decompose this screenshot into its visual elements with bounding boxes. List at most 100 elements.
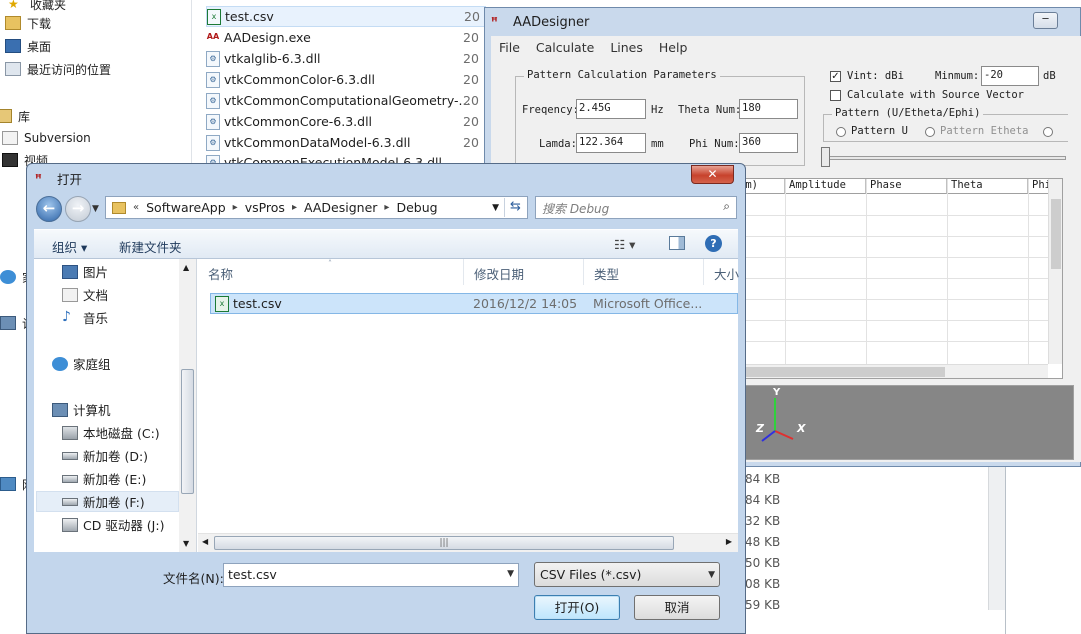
- file-row-test-csv[interactable]: x test.csv 2016/12/2 14:05 Microsoft Off…: [210, 293, 738, 314]
- libraries-item[interactable]: 库: [0, 106, 30, 126]
- close-button[interactable]: ✕: [691, 165, 734, 184]
- refresh-icon[interactable]: ⇆: [504, 198, 526, 217]
- breadcrumb-debug[interactable]: Debug: [392, 200, 441, 215]
- organize-button[interactable]: 组织 ▾: [52, 237, 87, 256]
- aadesigner-titlebar[interactable]: ꟸ AADesigner: [485, 8, 1080, 36]
- search-input[interactable]: 搜索 Debug ⌕: [535, 196, 737, 219]
- phi-num-input[interactable]: 360: [739, 133, 798, 153]
- back-button[interactable]: ←: [36, 196, 62, 222]
- forward-button[interactable]: →: [65, 196, 91, 222]
- grid-header-phase[interactable]: Phase: [866, 179, 947, 194]
- desktop-item[interactable]: 桌面: [5, 36, 51, 56]
- minimize-button[interactable]: ─: [1033, 12, 1058, 29]
- pattern-u-radio[interactable]: [836, 127, 846, 137]
- bg-vertical-scrollbar[interactable]: [988, 462, 1005, 610]
- grid-vertical-scrollbar[interactable]: [1048, 179, 1062, 364]
- menu-help[interactable]: Help: [651, 40, 696, 55]
- menu-lines[interactable]: Lines: [602, 40, 651, 55]
- tree-vertical-scrollbar[interactable]: ▲ ▼: [179, 259, 196, 552]
- theta-num-input[interactable]: 180: [739, 99, 798, 119]
- grid-horizontal-scrollbar[interactable]: [735, 364, 1048, 378]
- overflow-chevron-icon[interactable]: «: [130, 202, 142, 213]
- grid-line: [785, 179, 786, 365]
- filename-input[interactable]: test.csv ▼: [223, 563, 519, 587]
- results-grid[interactable]: mm) Amplitude Phase Theta Phi: [734, 178, 1063, 379]
- search-icon[interactable]: ⌕: [723, 199, 730, 214]
- cancel-button[interactable]: 取消: [634, 595, 720, 620]
- file-list: 名称 ˄ 修改日期 类型 大小 x test.csv 2016/12/2 14:…: [198, 259, 739, 552]
- x-axis-line: [774, 430, 794, 440]
- address-dropdown-icon[interactable]: ▼: [492, 203, 499, 213]
- address-bar[interactable]: « SoftwareApp ▸ vsPros ▸ AADesigner ▸ De…: [105, 196, 528, 219]
- breadcrumb-softwareapp[interactable]: SoftwareApp: [142, 200, 230, 215]
- file-list-horizontal-scrollbar[interactable]: ◀ ||| ▶: [198, 533, 738, 552]
- grid-header-theta[interactable]: Theta: [947, 179, 1028, 194]
- tree-item-computer[interactable]: 计算机: [52, 399, 192, 420]
- bg-size-cell: 84 KB: [745, 472, 781, 486]
- filename-label: 文件名(N):: [163, 571, 224, 586]
- dialog-titlebar[interactable]: ꟸ 打开: [35, 169, 82, 188]
- column-header-type[interactable]: 类型: [584, 259, 704, 285]
- pattern-ephi-radio[interactable]: [1043, 127, 1053, 137]
- preview-pane-icon[interactable]: [669, 236, 685, 250]
- history-dropdown-icon[interactable]: ▼: [92, 204, 99, 214]
- bg-file-row[interactable]: ⚙ vtkCommonColor-6.3.dll 20: [206, 69, 479, 90]
- aadesigner-title: AADesigner: [513, 14, 590, 30]
- breadcrumb-aadesigner[interactable]: AADesigner: [300, 200, 381, 215]
- column-header-size[interactable]: 大小: [704, 259, 739, 285]
- lamda-input[interactable]: 122.364: [576, 133, 646, 153]
- documents-icon: [62, 287, 78, 302]
- pattern-type-title: Pattern (U/Etheta/Ephi): [832, 107, 984, 119]
- minmum-input[interactable]: -20: [981, 66, 1039, 86]
- breadcrumb-vspros[interactable]: vsPros: [241, 200, 289, 215]
- pattern-slider-thumb[interactable]: [821, 147, 830, 167]
- scroll-up-icon[interactable]: ▲: [183, 263, 189, 272]
- help-icon[interactable]: ?: [705, 235, 722, 252]
- breadcrumb-separator-icon[interactable]: ▸: [289, 202, 300, 213]
- menu-calculate[interactable]: Calculate: [528, 40, 602, 55]
- breadcrumb-separator-icon[interactable]: ▸: [381, 202, 392, 213]
- file-type-select[interactable]: CSV Files (*.csv) ▼: [534, 562, 720, 587]
- grid-line: [735, 278, 1050, 279]
- bg-file-row[interactable]: ⚙ vtkCommonDataModel-6.3.dll 20: [206, 132, 479, 153]
- tree-scroll-thumb[interactable]: [181, 369, 194, 494]
- view-options-icon[interactable]: ☷ ▾: [614, 237, 635, 252]
- vint-checkbox[interactable]: ✓: [830, 71, 841, 82]
- scroll-right-icon[interactable]: ▶: [726, 537, 732, 546]
- file-name: test.csv: [233, 296, 282, 311]
- downloads-item[interactable]: 下载: [5, 13, 51, 33]
- menu-file[interactable]: File: [491, 40, 528, 55]
- bg-file-row[interactable]: ⚙ vtkCommonComputationalGeometry-... 20: [206, 90, 479, 111]
- bg-file-row[interactable]: AA AADesign.exe 20: [206, 27, 479, 48]
- drive-icon: [62, 474, 78, 483]
- recent-places-item[interactable]: 最近访问的位置: [5, 59, 111, 79]
- homegroup-icon: [0, 270, 16, 284]
- grid-hscroll-thumb[interactable]: [735, 367, 945, 377]
- bg-file-row[interactable]: x test.csv 20: [206, 6, 486, 27]
- subversion-item[interactable]: Subversion: [2, 128, 91, 148]
- bg-file-row[interactable]: ⚙ vtkalglib-6.3.dll 20: [206, 48, 479, 69]
- pattern-slider-track[interactable]: [826, 156, 1066, 160]
- open-button[interactable]: 打开(O): [534, 595, 620, 620]
- new-folder-button[interactable]: 新建文件夹: [119, 237, 182, 256]
- pattern-etheta-radio[interactable]: [925, 127, 935, 137]
- grid-header-amplitude[interactable]: Amplitude: [785, 179, 866, 194]
- file-type-dropdown-icon[interactable]: ▼: [708, 570, 715, 580]
- breadcrumb-separator-icon[interactable]: ▸: [230, 202, 241, 213]
- favorites-item[interactable]: ★ 收藏夹: [8, 0, 66, 14]
- scroll-left-icon[interactable]: ◀: [202, 537, 208, 546]
- file-hscroll-thumb[interactable]: |||: [214, 536, 674, 550]
- tree-item-homegroup[interactable]: 家庭组: [52, 353, 192, 374]
- bg-file-row[interactable]: ⚙ vtkCommonCore-6.3.dll 20: [206, 111, 479, 132]
- column-header-date[interactable]: 修改日期: [464, 259, 584, 285]
- grid-vscroll-thumb[interactable]: [1051, 199, 1061, 269]
- filename-dropdown-icon[interactable]: ▼: [507, 569, 514, 579]
- tree-item-drive-f[interactable]: 新加卷 (F:): [36, 491, 179, 512]
- aadesigner-menubar: File Calculate Lines Help: [491, 36, 1081, 58]
- vtk-3d-view[interactable]: Y X Z: [734, 385, 1074, 460]
- freq-input[interactable]: 2.45G: [576, 99, 646, 119]
- bg-window-border: [1005, 460, 1006, 634]
- scroll-down-icon[interactable]: ▼: [183, 539, 189, 548]
- library-icon: [0, 109, 12, 123]
- calc-source-checkbox[interactable]: [830, 90, 841, 101]
